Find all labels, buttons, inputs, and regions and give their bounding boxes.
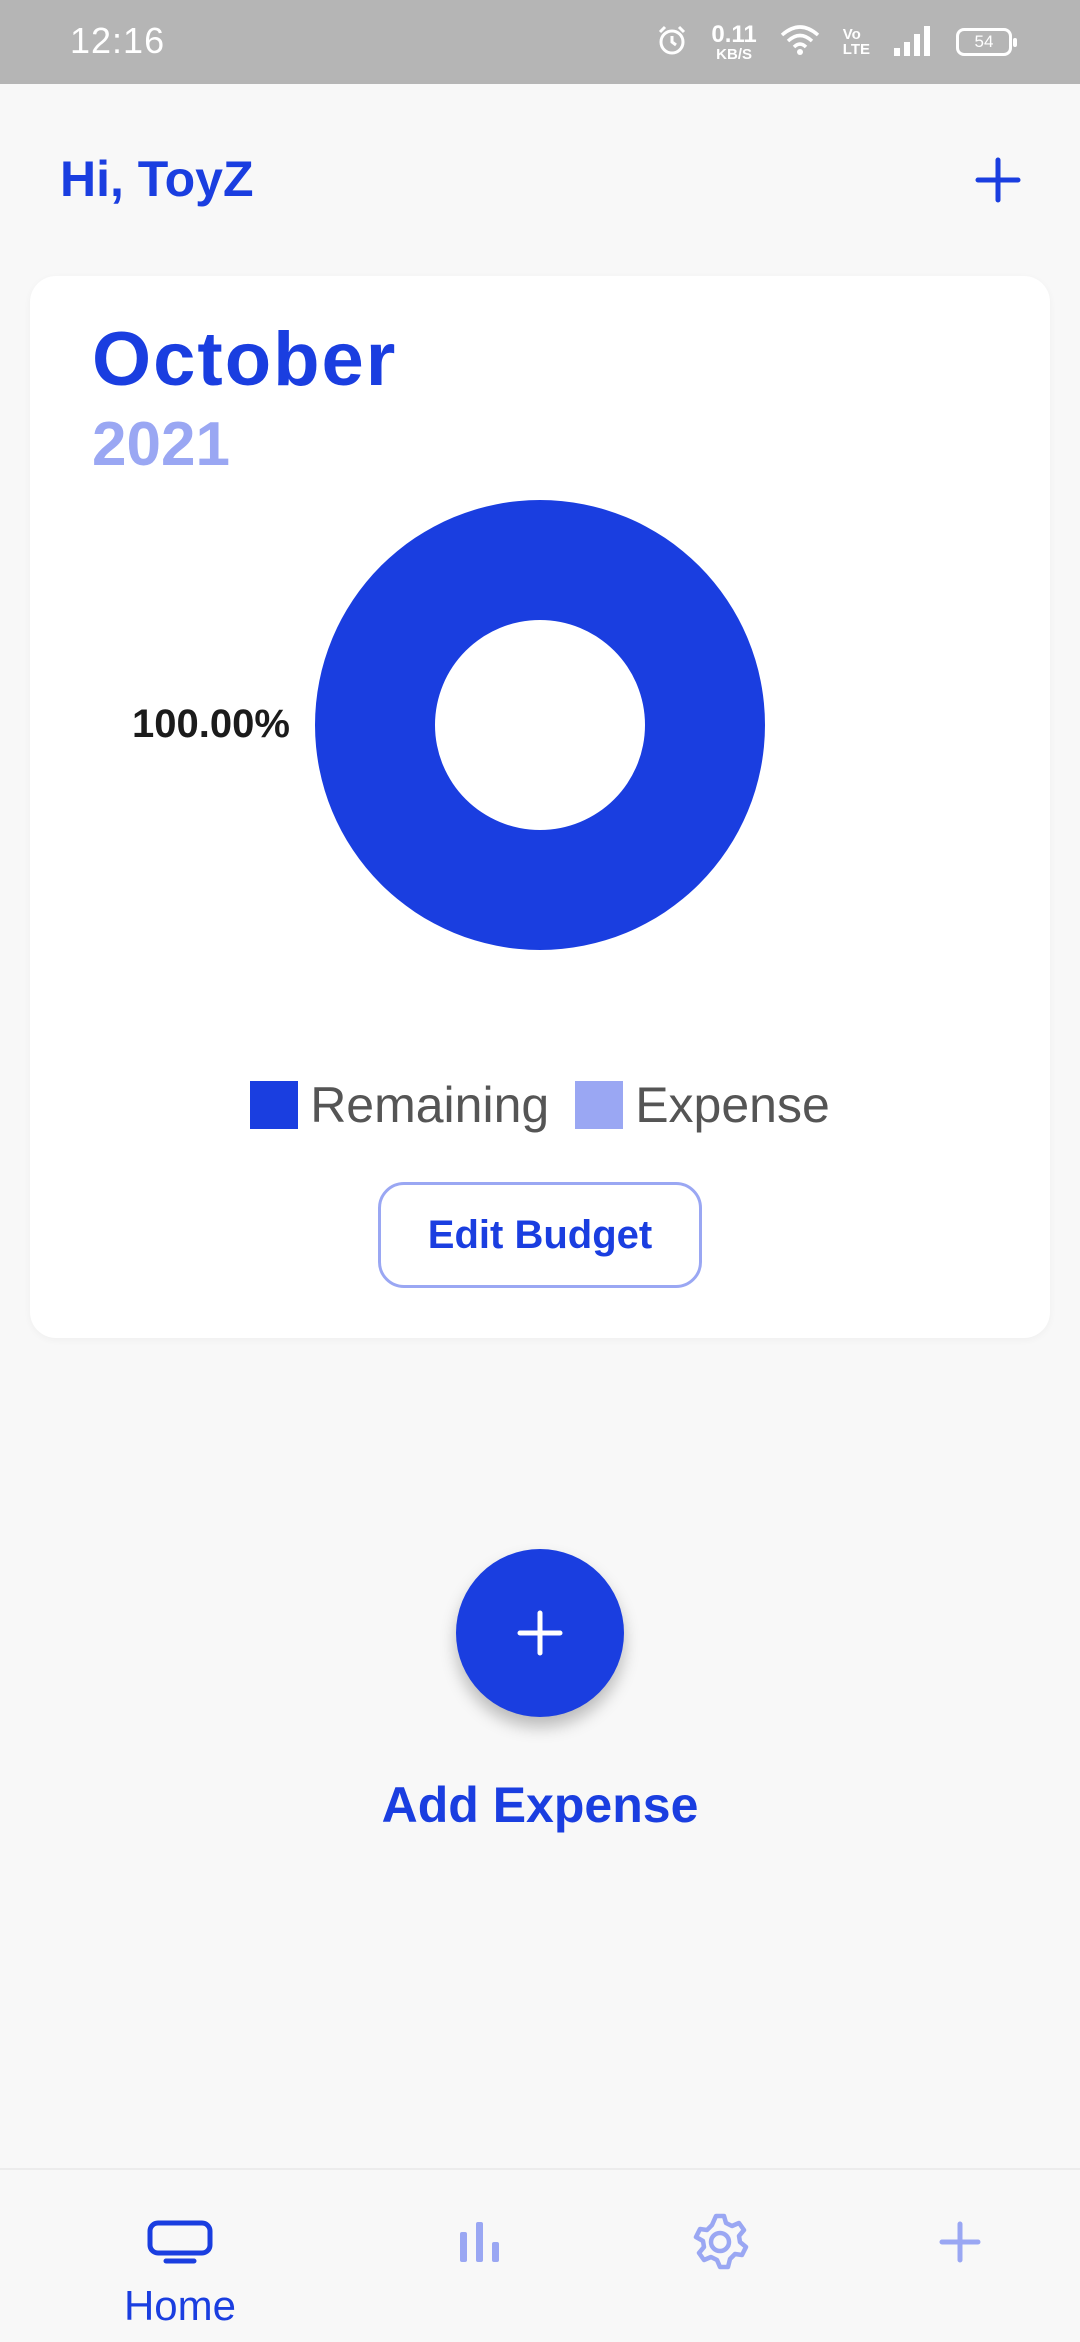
battery-level: 54	[974, 32, 994, 51]
nav-item-settings[interactable]	[640, 2170, 800, 2342]
nav-item-home[interactable]: Home	[100, 2170, 260, 2342]
plus-icon	[517, 1610, 563, 1656]
year-subtitle: 2021	[92, 410, 230, 479]
month-title: October	[92, 317, 398, 402]
donut-svg	[315, 500, 765, 950]
plus-icon	[936, 2208, 984, 2276]
volte-bottom: LTE	[842, 41, 870, 58]
nav-item-stats[interactable]	[400, 2170, 560, 2342]
edit-budget-button[interactable]: Edit Budget	[378, 1182, 702, 1288]
chart-legend: Remaining Expense	[30, 1076, 1050, 1134]
network-speed: 0.11 KB/S	[711, 20, 757, 63]
legend-item-expense: Expense	[575, 1076, 830, 1134]
legend-label-expense: Expense	[635, 1077, 830, 1133]
legend-item-remaining: Remaining	[250, 1076, 549, 1134]
add-expense-label[interactable]: Add Expense	[0, 1776, 1080, 1834]
nav-item-add[interactable]	[880, 2170, 1040, 2342]
add-expense-button[interactable]	[456, 1549, 624, 1717]
status-bar: 12:16 0.11 KB/S Vo LTE 54	[0, 0, 1080, 84]
network-speed-unit: KB/S	[716, 45, 752, 63]
nav-label-home: Home	[123, 2282, 237, 2329]
status-icons: 0.11 KB/S Vo LTE 54	[655, 18, 1017, 66]
plus-icon	[975, 157, 1021, 203]
bottom-nav: Home	[0, 2168, 1080, 2340]
greeting: Hi, ToyZ	[60, 151, 254, 207]
budget-donut-chart	[315, 500, 765, 950]
donut-slice-remaining	[315, 500, 765, 950]
legend-label-remaining: Remaining	[310, 1077, 550, 1133]
wifi-icon	[779, 23, 821, 62]
volte-indicator: Vo LTE	[843, 27, 870, 57]
add-button[interactable]	[966, 148, 1030, 212]
volte-top: Vo	[842, 26, 861, 43]
bar-chart-icon	[456, 2208, 504, 2276]
network-speed-value: 0.11	[711, 20, 757, 48]
legend-swatch-expense	[575, 1081, 624, 1129]
tv-icon	[146, 2208, 214, 2276]
battery-icon: 54	[956, 28, 1017, 56]
budget-card: October 2021 100.00% Remaining Expense E…	[30, 276, 1050, 1338]
legend-swatch-remaining	[250, 1081, 299, 1129]
status-time: 12:16	[70, 20, 166, 61]
alarm-icon	[655, 23, 689, 62]
signal-icon	[892, 24, 934, 61]
slice-data-label: 100.00%	[132, 702, 290, 746]
gear-icon	[690, 2208, 750, 2276]
